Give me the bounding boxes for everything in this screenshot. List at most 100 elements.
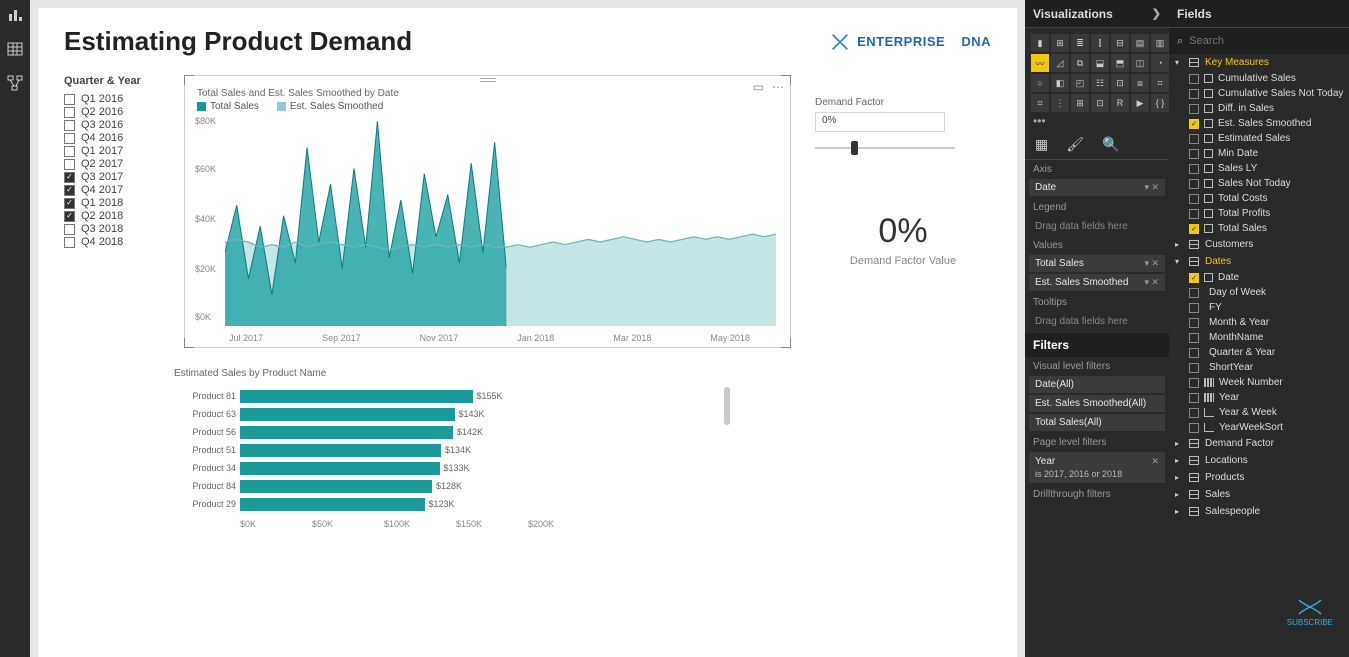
field-checkbox[interactable] <box>1189 104 1199 114</box>
more-visuals-icon[interactable]: ••• <box>1025 112 1169 130</box>
field-item[interactable]: Min Date <box>1169 146 1349 161</box>
field-item[interactable]: Quarter & Year <box>1169 345 1349 360</box>
focus-mode-icon[interactable]: ▭ <box>753 80 764 94</box>
slicer-item[interactable]: Q1 2016 <box>64 93 174 105</box>
field-group-header[interactable]: ▸Locations <box>1169 452 1349 469</box>
vfilter-total-sales[interactable]: Total Sales(All) <box>1029 414 1165 431</box>
slicer-item[interactable]: Q1 2018 <box>64 197 174 209</box>
checkbox-icon[interactable] <box>64 185 75 196</box>
checkbox-icon[interactable] <box>64 107 75 118</box>
checkbox-icon[interactable] <box>64 120 75 131</box>
field-checkbox[interactable] <box>1189 348 1199 358</box>
checkbox-icon[interactable] <box>64 94 75 105</box>
checkbox-icon[interactable] <box>64 198 75 209</box>
vis-type-icon[interactable]: ⋮ <box>1051 94 1069 112</box>
vis-type-icon[interactable]: ⧈ <box>1131 74 1149 92</box>
checkbox-icon[interactable] <box>64 133 75 144</box>
vis-type-icon[interactable]: ⫿ <box>1091 34 1109 52</box>
field-item[interactable]: Sales Not Today <box>1169 176 1349 191</box>
tooltips-drop-hint[interactable]: Drag data fields here <box>1025 312 1169 331</box>
slicer-item[interactable]: Q2 2018 <box>64 210 174 222</box>
field-checkbox[interactable] <box>1189 408 1199 418</box>
field-item[interactable]: Date <box>1169 270 1349 285</box>
vis-type-icon[interactable]: ⊞ <box>1051 34 1069 52</box>
slicer-item[interactable]: Q2 2017 <box>64 158 174 170</box>
legend-drop-hint[interactable]: Drag data fields here <box>1025 217 1169 236</box>
vfilter-date[interactable]: Date(All) <box>1029 376 1165 393</box>
vis-type-icon[interactable]: { } <box>1151 94 1169 112</box>
vis-type-icon[interactable]: ⌗ <box>1151 74 1169 92</box>
slicer-item[interactable]: Q3 2017 <box>64 171 174 183</box>
field-checkbox[interactable] <box>1189 74 1199 84</box>
field-group-header[interactable]: ▸Products <box>1169 469 1349 486</box>
vis-type-icon[interactable]: ◰ <box>1071 74 1089 92</box>
format-tab-icon[interactable]: 🖌 <box>1066 136 1084 153</box>
field-checkbox[interactable] <box>1189 378 1199 388</box>
vis-type-icon[interactable]: ⊞ <box>1071 94 1089 112</box>
field-checkbox[interactable] <box>1189 333 1199 343</box>
vis-type-icon[interactable]: ◿ <box>1051 54 1069 72</box>
field-group-header[interactable]: ▸Demand Factor <box>1169 435 1349 452</box>
field-item[interactable]: Week Number <box>1169 375 1349 390</box>
slicer-item[interactable]: Q4 2018 <box>64 236 174 248</box>
field-group-header[interactable]: ▾Dates <box>1169 253 1349 270</box>
report-view-icon[interactable] <box>6 6 24 24</box>
field-item[interactable]: Total Profits <box>1169 206 1349 221</box>
more-options-icon[interactable]: ⋯ <box>772 80 784 94</box>
vis-type-icon[interactable]: ≣ <box>1071 34 1089 52</box>
field-group-header[interactable]: ▸Customers <box>1169 236 1349 253</box>
field-checkbox[interactable] <box>1189 149 1199 159</box>
field-group-header[interactable]: ▾Key Measures <box>1169 54 1349 71</box>
checkbox-icon[interactable] <box>64 159 75 170</box>
data-view-icon[interactable] <box>6 40 24 58</box>
field-checkbox[interactable] <box>1189 363 1199 373</box>
field-checkbox[interactable] <box>1189 224 1199 234</box>
slicer-item[interactable]: Q3 2018 <box>64 223 174 235</box>
vis-type-icon[interactable]: ▤ <box>1131 34 1149 52</box>
field-item[interactable]: FY <box>1169 300 1349 315</box>
field-item[interactable]: Day of Week <box>1169 285 1349 300</box>
field-checkbox[interactable] <box>1189 134 1199 144</box>
analytics-tab-icon[interactable]: 🔍 <box>1102 136 1119 153</box>
bar-scrollbar[interactable] <box>724 387 730 425</box>
field-item[interactable]: Estimated Sales <box>1169 131 1349 146</box>
field-item[interactable]: Year & Week <box>1169 405 1349 420</box>
drag-handle-icon[interactable] <box>480 78 496 82</box>
model-view-icon[interactable] <box>6 74 24 92</box>
field-item[interactable]: Diff. in Sales <box>1169 101 1349 116</box>
vis-type-icon[interactable]: ▮ <box>1031 34 1049 52</box>
fields-tab-icon[interactable]: ▦ <box>1035 136 1048 153</box>
checkbox-icon[interactable] <box>64 211 75 222</box>
report-canvas[interactable]: Estimating Product Demand ENTERPRISE DNA… <box>38 8 1017 657</box>
field-item[interactable]: MonthName <box>1169 330 1349 345</box>
demand-factor-slider[interactable] <box>815 138 955 158</box>
fields-header[interactable]: Fields <box>1169 0 1349 28</box>
demand-factor-input[interactable]: 0% <box>815 112 945 132</box>
slicer-item[interactable]: Q3 2016 <box>64 119 174 131</box>
field-group-header[interactable]: ▸Sales <box>1169 486 1349 503</box>
vis-type-icon[interactable]: ⧉ <box>1071 54 1089 72</box>
field-checkbox[interactable] <box>1189 209 1199 219</box>
vis-type-icon[interactable]: ☷ <box>1091 74 1109 92</box>
field-checkbox[interactable] <box>1189 423 1199 433</box>
field-item[interactable]: Total Sales <box>1169 221 1349 236</box>
field-checkbox[interactable] <box>1189 194 1199 204</box>
field-item[interactable]: ShortYear <box>1169 360 1349 375</box>
field-checkbox[interactable] <box>1189 89 1199 99</box>
vis-type-icon[interactable]: ⬓ <box>1091 54 1109 72</box>
fields-search[interactable]: ⌕ <box>1169 28 1349 54</box>
search-input[interactable] <box>1189 35 1341 47</box>
field-checkbox[interactable] <box>1189 273 1199 283</box>
bar-chart-visual[interactable]: Product 81Product 63Product 56Product 51… <box>174 387 734 513</box>
field-checkbox[interactable] <box>1189 303 1199 313</box>
field-item[interactable]: Cumulative Sales Not Today <box>1169 86 1349 101</box>
vis-type-icon[interactable]: ⊡ <box>1111 74 1129 92</box>
vis-type-icon[interactable]: ⊟ <box>1111 34 1129 52</box>
field-checkbox[interactable] <box>1189 318 1199 328</box>
vfilter-est-smoothed[interactable]: Est. Sales Smoothed(All) <box>1029 395 1165 412</box>
slicer-item[interactable]: Q1 2017 <box>64 145 174 157</box>
field-checkbox[interactable] <box>1189 119 1199 129</box>
vis-type-icon[interactable]: ◧ <box>1051 74 1069 92</box>
vis-type-icon[interactable]: ◔ <box>1151 54 1169 72</box>
chevron-right-icon[interactable]: ❯ <box>1152 7 1161 20</box>
